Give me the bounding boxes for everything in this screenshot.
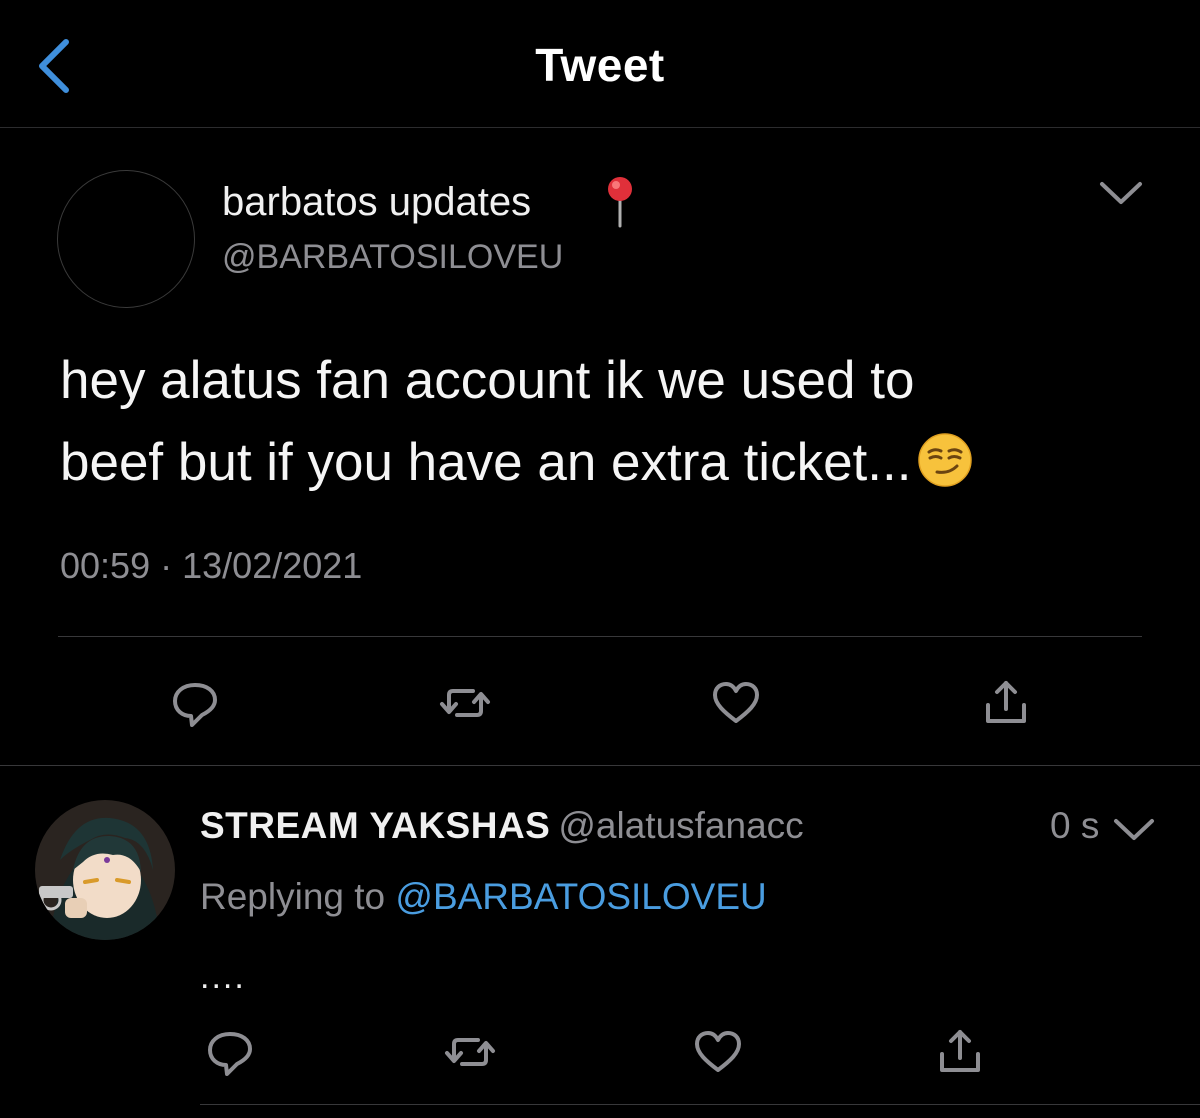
divider (0, 765, 1200, 766)
reply-text: .... (200, 958, 246, 996)
like-icon (695, 1031, 741, 1072)
reply-icon (208, 1032, 252, 1076)
share-button[interactable] (976, 673, 1036, 733)
reply-icon (173, 683, 217, 727)
tweet-text-line-1: hey alatus fan account ik we used to (60, 351, 915, 410)
chevron-down-icon (1100, 182, 1142, 204)
tweet-text-line-2-text: beef but if you have an extra ticket... (60, 433, 912, 492)
more-options-button[interactable] (1110, 812, 1158, 848)
like-icon (713, 682, 759, 723)
replying-to: Replying to @BARBATOSILOVEU (200, 876, 767, 918)
reply-button[interactable] (200, 1022, 260, 1082)
reply-time: 0 s (1050, 805, 1100, 846)
retweet-icon (445, 1038, 495, 1066)
divider (58, 636, 1142, 637)
user-handle[interactable]: @BARBATOSILOVEU (222, 238, 563, 277)
display-name[interactable]: barbatos updates (222, 180, 531, 225)
tweet-time: 00:59 (60, 545, 151, 586)
share-icon (940, 1030, 980, 1072)
tweet-timestamp: 00:59 · 13/02/2021 (60, 545, 362, 587)
avatar[interactable] (57, 170, 195, 308)
share-icon (986, 681, 1026, 723)
like-button[interactable] (706, 673, 766, 733)
retweet-button[interactable] (435, 673, 495, 733)
header-divider (0, 127, 1200, 128)
divider (200, 1104, 1200, 1105)
like-button[interactable] (688, 1022, 748, 1082)
chevron-down-icon (1114, 819, 1154, 840)
page-title: Tweet (535, 39, 665, 91)
reply-author[interactable]: STREAM YAKSHAS @alatusfanacc (200, 805, 804, 847)
mention-link[interactable]: @BARBATOSILOVEU (395, 876, 766, 917)
tweet-date: 13/02/2021 (182, 545, 363, 586)
replying-prefix: Replying to (200, 876, 386, 917)
retweet-button[interactable] (440, 1022, 500, 1082)
smirking-face-emoji (917, 430, 973, 487)
separator-dot: · (160, 545, 173, 586)
more-options-button[interactable] (1096, 174, 1146, 214)
reply-button[interactable] (165, 673, 225, 733)
tweet-text: hey alatus fan account ik we used to bee… (60, 340, 1180, 504)
avatar[interactable] (35, 800, 175, 940)
tweet-text-line-2: beef but if you have an extra ticket... (60, 422, 1180, 504)
user-handle: @alatusfanacc (558, 805, 804, 846)
retweet-icon (440, 689, 490, 717)
round-pushpin-icon (600, 174, 640, 230)
display-name: STREAM YAKSHAS (200, 805, 551, 846)
share-button[interactable] (930, 1022, 990, 1082)
